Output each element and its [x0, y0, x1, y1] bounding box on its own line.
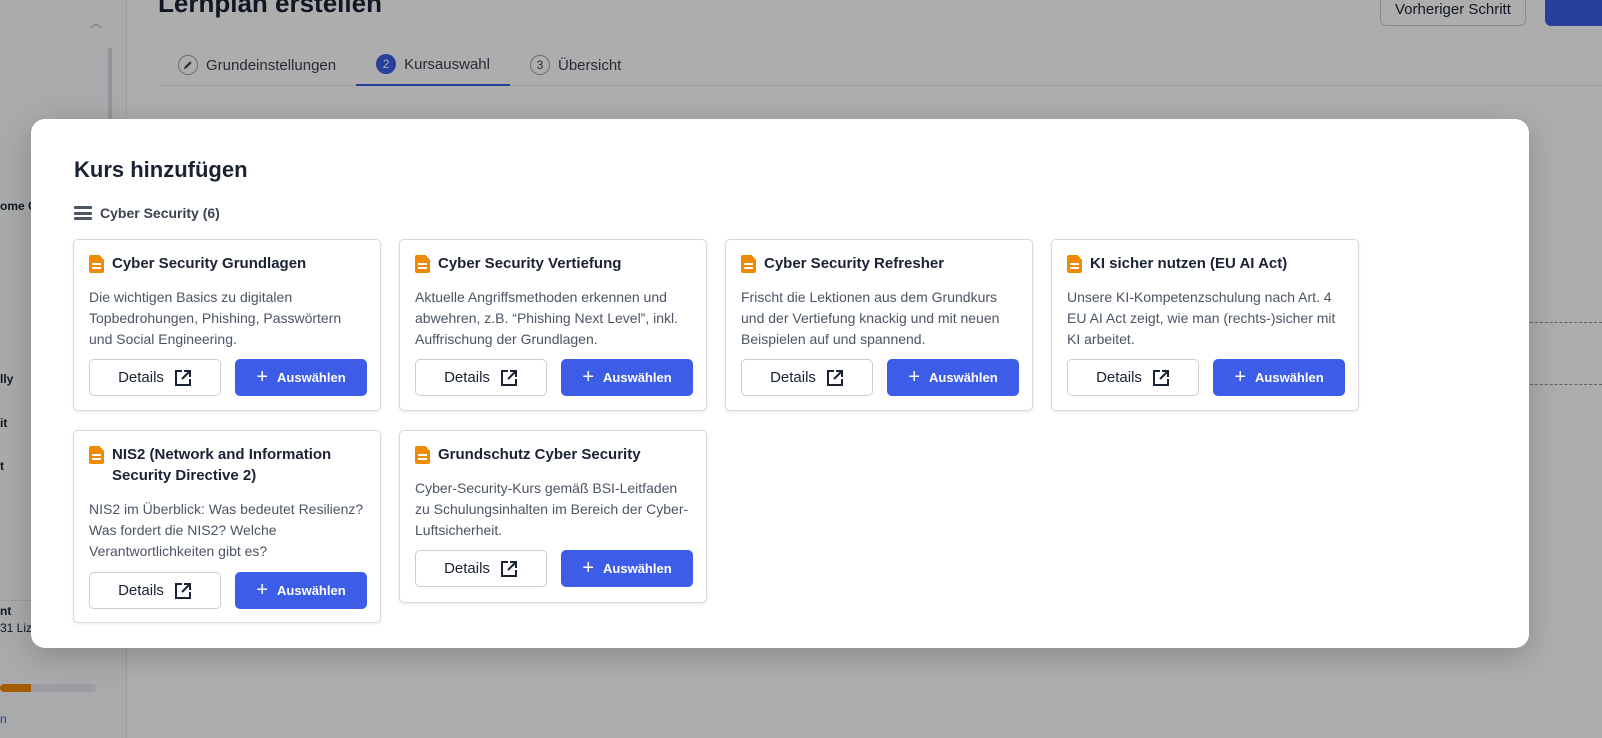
plus-icon: + — [908, 365, 921, 388]
details-label: Details — [118, 369, 164, 386]
document-icon — [415, 446, 430, 464]
select-course-button[interactable]: + Auswählen — [887, 359, 1019, 396]
external-link-icon — [174, 369, 192, 387]
select-label: Auswählen — [277, 370, 346, 385]
course-title: Cyber Security Grundlagen — [112, 255, 307, 272]
select-course-button[interactable]: + Auswählen — [561, 359, 693, 396]
add-course-modal: Kurs hinzufügen Cyber Security (6) Cyber… — [31, 119, 1529, 648]
course-title: Cyber Security Vertiefung — [438, 255, 622, 272]
document-icon — [1067, 255, 1082, 273]
course-title: Grundschutz Cyber Security — [438, 446, 641, 463]
category-label: Cyber Security (6) — [100, 205, 220, 221]
modal-title: Kurs hinzufügen — [74, 157, 248, 182]
select-course-button[interactable]: + Auswählen — [235, 359, 367, 396]
course-card: Cyber Security Refresher Frischt die Lekt… — [725, 239, 1033, 411]
details-button[interactable]: Details — [1067, 359, 1199, 396]
category-header: Cyber Security (6) — [74, 205, 220, 221]
details-label: Details — [1096, 369, 1142, 386]
external-link-icon — [826, 369, 844, 387]
plus-icon: + — [256, 365, 269, 388]
select-label: Auswählen — [1255, 370, 1324, 385]
external-link-icon — [1152, 369, 1170, 387]
course-card: Cyber Security Grundlagen Die wichtigen B… — [73, 239, 381, 411]
select-label: Auswählen — [603, 561, 672, 576]
details-button[interactable]: Details — [741, 359, 873, 396]
details-label: Details — [444, 369, 490, 386]
details-button[interactable]: Details — [89, 572, 221, 609]
details-label: Details — [444, 560, 490, 577]
select-course-button[interactable]: + Auswählen — [235, 572, 367, 609]
course-card-header: NIS2 (Network and Information Security D… — [89, 444, 368, 486]
course-card-header: KI sicher nutzen (EU AI Act) — [1067, 253, 1346, 274]
plus-icon: + — [256, 578, 269, 601]
course-card: Cyber Security Vertiefung Aktuelle Angrif… — [399, 239, 707, 411]
course-description: Aktuelle Angriffsmethoden erkennen und a… — [415, 289, 679, 347]
course-description: Cyber-Security-Kurs gemäß BSI-Leitfaden … — [415, 480, 689, 538]
select-label: Auswählen — [277, 583, 346, 598]
select-label: Auswählen — [603, 370, 672, 385]
document-icon — [89, 446, 104, 464]
external-link-icon — [500, 560, 518, 578]
plus-icon: + — [582, 365, 595, 388]
select-course-button[interactable]: + Auswählen — [1213, 359, 1345, 396]
external-link-icon — [500, 369, 518, 387]
course-description: Frischt die Lektionen aus dem Grundkurs … — [741, 289, 1000, 347]
course-description: Unsere KI-Kompetenzschulung nach Art. 4 … — [1067, 289, 1336, 347]
details-label: Details — [770, 369, 816, 386]
document-icon — [89, 255, 104, 273]
plus-icon: + — [1234, 365, 1247, 388]
list-icon — [74, 206, 92, 220]
course-card: KI sicher nutzen (EU AI Act) Unsere KI-Ko… — [1051, 239, 1359, 411]
course-description: Die wichtigen Basics zu digitalen Topbed… — [89, 289, 342, 347]
external-link-icon — [174, 582, 192, 600]
course-title: NIS2 (Network and Information Security D… — [112, 446, 332, 484]
course-card-header: Cyber Security Vertiefung — [415, 253, 694, 274]
document-icon — [741, 255, 756, 273]
course-description: NIS2 im Überblick: Was bedeutet Resilien… — [89, 501, 364, 559]
course-card: Grundschutz Cyber Security Cyber-Security… — [399, 430, 707, 603]
course-card: NIS2 (Network and Information Security D… — [73, 430, 381, 623]
details-button[interactable]: Details — [415, 550, 547, 587]
document-icon — [415, 255, 430, 273]
course-card-header: Cyber Security Refresher — [741, 253, 1020, 274]
details-button[interactable]: Details — [415, 359, 547, 396]
course-title: KI sicher nutzen (EU AI Act) — [1090, 255, 1288, 272]
details-button[interactable]: Details — [89, 359, 221, 396]
course-card-header: Grundschutz Cyber Security — [415, 444, 694, 465]
plus-icon: + — [582, 556, 595, 579]
course-card-header: Cyber Security Grundlagen — [89, 253, 368, 274]
select-label: Auswählen — [929, 370, 998, 385]
course-title: Cyber Security Refresher — [764, 255, 945, 272]
details-label: Details — [118, 582, 164, 599]
select-course-button[interactable]: + Auswählen — [561, 550, 693, 587]
